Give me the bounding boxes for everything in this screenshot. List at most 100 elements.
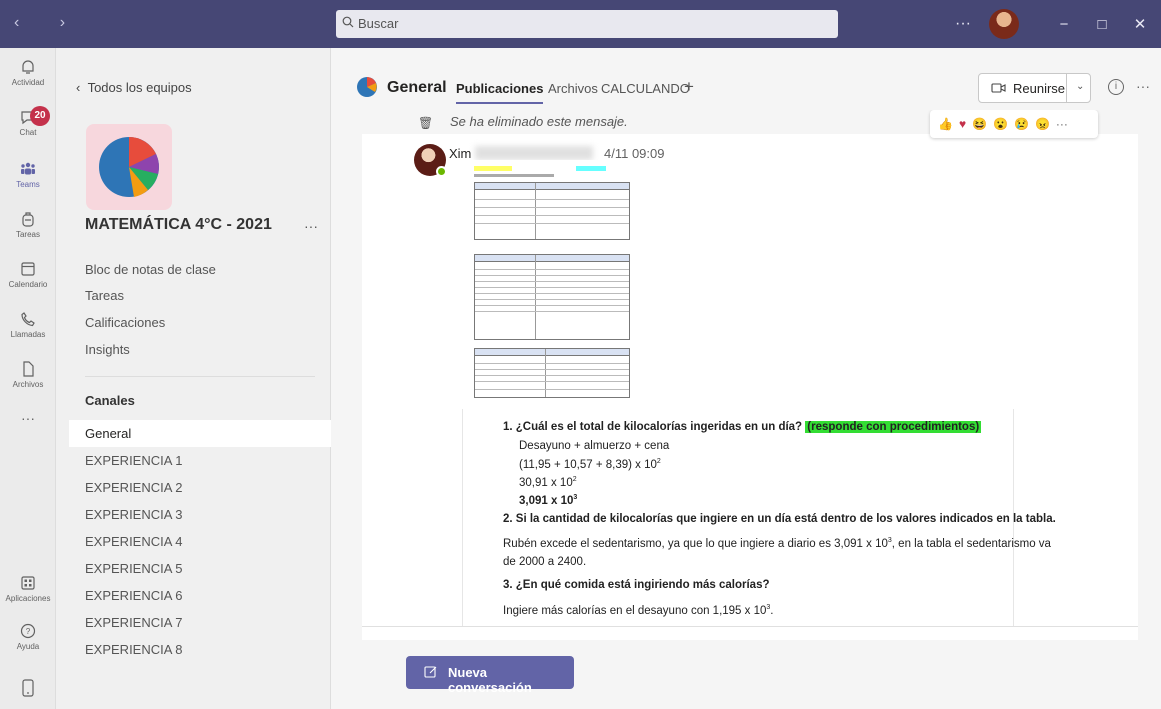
meet-button[interactable]: Reunirse ⌄ <box>978 73 1091 103</box>
doc-highlight-yellow <box>474 166 512 171</box>
tab-calculando[interactable]: CALCULANDO <box>601 81 690 96</box>
close-button[interactable]: ✕ <box>1123 15 1157 33</box>
deleted-message: Se ha eliminado este mensaje. <box>450 114 628 129</box>
teams-icon <box>21 162 35 175</box>
team-panel: ‹ Todos los equipos MATEMÁTICA 4°C - 202… <box>56 48 331 709</box>
channel-experiencia-2[interactable]: EXPERIENCIA 2 <box>69 474 331 501</box>
channels-header: Canales <box>85 393 135 408</box>
back-label: Todos los equipos <box>87 80 192 95</box>
reaction-more-button[interactable]: ··· <box>1056 117 1068 131</box>
backpack-icon <box>22 212 34 227</box>
doc-highlight-cyan <box>576 166 606 171</box>
work-line-2-text: (11,95 + 10,57 + 8,39) x 10 <box>519 458 657 471</box>
work-line-4-text: 3,091 x 10 <box>519 494 574 507</box>
rail-label: Tareas <box>15 230 40 239</box>
laugh-reaction[interactable]: 😆 <box>972 117 987 131</box>
new-conversation-button[interactable]: Nueva conversación <box>406 656 574 695</box>
doc-table-almuerzo <box>474 254 630 340</box>
help-icon: ? <box>20 623 36 639</box>
file-icon <box>23 361 34 377</box>
team-link-tareas[interactable]: Tareas <box>85 288 124 303</box>
team-link-calificaciones[interactable]: Calificaciones <box>85 315 165 330</box>
exponent: 2 <box>656 458 661 465</box>
minimize-button[interactable]: − <box>1047 16 1081 33</box>
reaction-bar: 👍 ♥ 😆 😮 😢 😠 ··· <box>930 110 1098 138</box>
team-link-bloc[interactable]: Bloc de notas de clase <box>85 262 216 277</box>
back-to-teams[interactable]: ‹ Todos los equipos <box>76 80 192 95</box>
channel-experiencia-4[interactable]: EXPERIENCIA 4 <box>69 528 331 555</box>
channel-experiencia-5[interactable]: EXPERIENCIA 5 <box>69 555 331 582</box>
header-more-button[interactable]: ··· <box>1136 78 1150 94</box>
doc-caption-line <box>474 174 554 177</box>
work-line-1: Desayuno + almuerzo + cena <box>519 440 670 452</box>
info-icon[interactable]: i <box>1108 79 1124 95</box>
answer-3: Ingiere más calorías en el desayuno con … <box>503 604 774 617</box>
titlebar-more-button[interactable]: ··· <box>955 15 971 33</box>
rail-label: Teams <box>16 180 40 189</box>
rail-label: Llamadas <box>10 330 46 339</box>
profile-avatar[interactable] <box>989 9 1019 39</box>
channel-experiencia-6[interactable]: EXPERIENCIA 6 <box>69 582 331 609</box>
maximize-button[interactable]: □ <box>1085 16 1119 33</box>
rail-calendario[interactable]: Calendario <box>0 260 56 289</box>
sad-reaction[interactable]: 😢 <box>1014 117 1029 131</box>
trash-icon: 🗑 <box>418 116 434 130</box>
history-arrows[interactable]: ‹ › <box>14 14 83 32</box>
timestamp: 4/11 09:09 <box>604 146 665 161</box>
channel-experiencia-8[interactable]: EXPERIENCIA 8 <box>69 636 331 663</box>
rail-llamadas[interactable]: Llamadas <box>0 310 56 339</box>
heart-reaction[interactable]: ♥ <box>959 117 966 131</box>
rail-aplicaciones[interactable]: Aplicaciones <box>0 574 56 603</box>
phone-icon <box>21 312 35 327</box>
tab-publicaciones[interactable]: Publicaciones <box>456 81 544 104</box>
search-placeholder: Buscar <box>358 16 399 31</box>
work-line-3-text: 30,91 x 10 <box>519 476 573 489</box>
chevron-down-icon[interactable]: ⌄ <box>1076 81 1084 92</box>
chat-badge: 20 <box>30 106 50 126</box>
like-reaction[interactable]: 👍 <box>938 117 953 131</box>
question-2: 2. Si la cantidad de kilocalorías que in… <box>503 513 1056 525</box>
add-tab-button[interactable]: + <box>684 77 694 97</box>
surprised-reaction[interactable]: 😮 <box>993 117 1008 131</box>
answer-document: 1. ¿Cuál es el total de kilocalorías ing… <box>462 409 1056 626</box>
new-conversation-label: Nueva conversación <box>448 665 532 695</box>
angry-reaction[interactable]: 😠 <box>1035 117 1050 131</box>
tab-archivos[interactable]: Archivos <box>548 81 598 96</box>
team-more-button[interactable]: ··· <box>304 218 318 234</box>
rail-actividad[interactable]: Actividad <box>0 58 56 87</box>
answer-2-text: Rubén excede el sedentarismo, ya que lo … <box>503 537 888 550</box>
rail-tareas[interactable]: Tareas <box>0 210 56 239</box>
channel-experiencia-7[interactable]: EXPERIENCIA 7 <box>69 609 331 636</box>
question-1-note: (responde con procedimientos) <box>805 421 982 433</box>
attached-table-image[interactable] <box>468 160 712 403</box>
rail-label: Chat <box>19 128 37 137</box>
rail-teams[interactable]: Teams <box>0 160 56 189</box>
rail-ayuda[interactable]: ? Ayuda <box>0 622 56 651</box>
answer-3-text: Ingiere más calorías en el desayuno con … <box>503 604 767 617</box>
mobile-icon <box>22 679 34 697</box>
status-available-icon <box>436 166 447 177</box>
search-box[interactable]: Buscar <box>336 10 838 38</box>
bell-icon <box>22 60 34 74</box>
rail-archivos[interactable]: Archivos <box>0 360 56 389</box>
meet-label: Reunirse <box>1013 81 1066 96</box>
feed-divider <box>362 626 1138 627</box>
rail-more[interactable]: ··· <box>0 410 56 426</box>
conversation-area: 🗑 Se ha eliminado este mensaje. 👍 ♥ 😆 😮 … <box>332 110 1161 709</box>
rail-label: Actividad <box>11 78 45 87</box>
author-name[interactable]: Xim <box>449 146 471 161</box>
exponent: 3 <box>573 494 578 501</box>
channel-experiencia-3[interactable]: EXPERIENCIA 3 <box>69 501 331 528</box>
rail-label: Aplicaciones <box>5 594 51 603</box>
team-name: MATEMÁTICA 4°C - 2021 <box>85 216 272 233</box>
channel-general[interactable]: General <box>69 420 331 447</box>
answer-3-text-end: . <box>770 604 774 617</box>
rail-device[interactable] <box>0 678 56 700</box>
svg-text:?: ? <box>26 627 31 636</box>
channel-title: General <box>387 79 447 96</box>
work-line-2: (11,95 + 10,57 + 8,39) x 102 <box>519 458 661 471</box>
team-link-insights[interactable]: Insights <box>85 342 130 357</box>
calendar-icon <box>21 262 35 276</box>
rail-chat[interactable]: Chat 20 <box>0 106 56 137</box>
channel-experiencia-1[interactable]: EXPERIENCIA 1 <box>69 447 331 474</box>
